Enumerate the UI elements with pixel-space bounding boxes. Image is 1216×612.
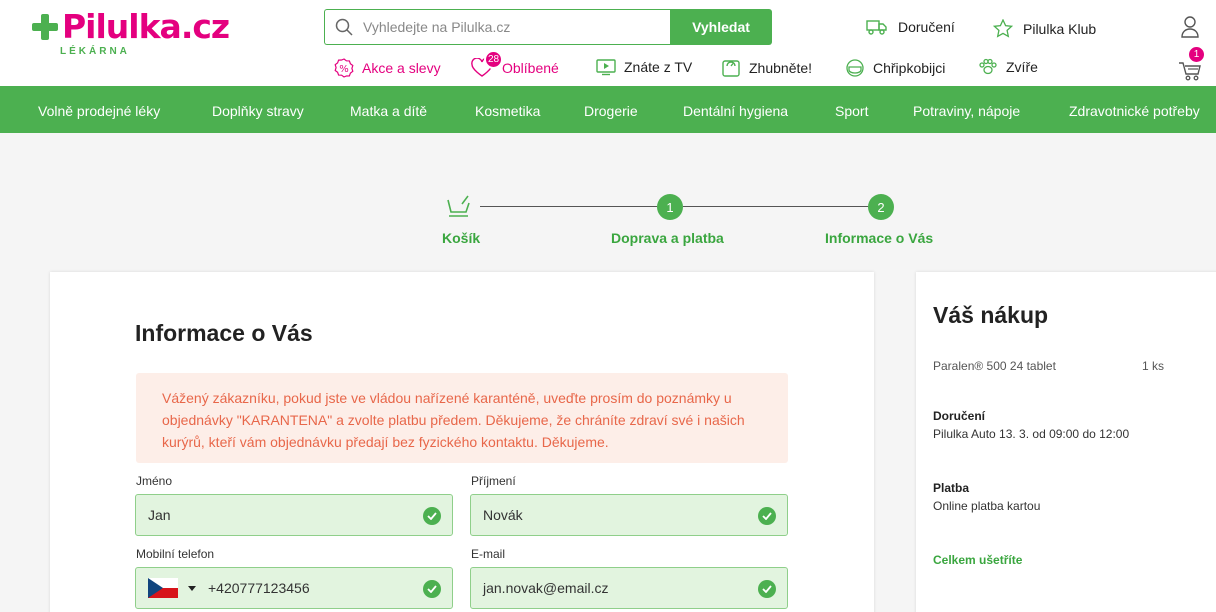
- logo-plus-icon: [30, 12, 60, 42]
- step-circle-delivery[interactable]: 1: [657, 194, 683, 220]
- svg-text:%: %: [339, 64, 349, 75]
- diet-label: Zhubněte!: [749, 60, 813, 76]
- email-label: E-mail: [471, 547, 506, 561]
- phone-field[interactable]: +420777123456: [135, 567, 453, 609]
- search-input[interactable]: [363, 19, 653, 35]
- category-mother-child[interactable]: Matka a dítě: [350, 103, 427, 119]
- chevron-down-icon[interactable]: [188, 585, 196, 591]
- summary-item-qty: 1 ks: [1142, 359, 1165, 373]
- user-icon[interactable]: [1180, 16, 1200, 38]
- diet-link[interactable]: Zhubněte!: [721, 58, 812, 78]
- category-food[interactable]: Potraviny, nápoje: [913, 103, 1020, 119]
- first-name-label: Jméno: [136, 474, 173, 488]
- favorites-count-badge: 28: [484, 50, 503, 69]
- club-link[interactable]: Pilulka Klub: [993, 19, 1096, 38]
- category-sport[interactable]: Sport: [835, 103, 868, 119]
- favorites-label: Oblíbené: [502, 60, 559, 76]
- header: Pilulka.cz LÉKÁRNA Vyhledat Doručení Pil…: [0, 0, 1216, 86]
- category-dental[interactable]: Dentální hygiena: [683, 103, 788, 119]
- truck-icon: [866, 20, 887, 35]
- last-name-value: Novák: [483, 507, 523, 523]
- delivery-label: Doručení: [898, 19, 955, 35]
- flu-label: Chřipkobijci: [873, 60, 946, 76]
- check-icon: [423, 507, 441, 525]
- paw-icon: [979, 58, 997, 75]
- summary-delivery-value: Pilulka Auto 13. 3. od 09:00 do 12:00: [933, 427, 1130, 441]
- email-field[interactable]: jan.novak@email.cz: [470, 567, 788, 609]
- check-icon: [758, 580, 776, 598]
- percent-badge-icon: %: [334, 58, 354, 78]
- sales-link[interactable]: % Akce a slevy: [334, 58, 441, 78]
- logo[interactable]: Pilulka.cz: [30, 7, 230, 46]
- summary-delivery-heading: Doručení: [933, 409, 986, 423]
- check-icon: [423, 580, 441, 598]
- mask-icon: [846, 59, 864, 77]
- category-drugstore[interactable]: Drogerie: [584, 103, 638, 119]
- step-label-info: Informace o Vás: [825, 230, 934, 246]
- czech-flag-icon[interactable]: [148, 578, 178, 598]
- delivery-link[interactable]: Doručení: [866, 19, 955, 35]
- tv-icon: [596, 59, 616, 76]
- email-value: jan.novak@email.cz: [483, 580, 609, 596]
- logo-subtitle: LÉKÁRNA: [60, 46, 130, 57]
- tv-label: Znáte z TV: [624, 59, 693, 75]
- star-icon: [993, 19, 1013, 38]
- quarantine-notice: Vážený zákazníku, pokud jste ve vládou n…: [136, 373, 788, 463]
- step-label-cart[interactable]: Košík: [442, 230, 480, 246]
- animals-label: Zvíře: [1006, 59, 1038, 75]
- summary-payment-value: Online platba kartou: [933, 499, 1041, 513]
- check-icon: [758, 507, 776, 525]
- last-name-field[interactable]: Novák: [470, 494, 788, 536]
- tv-link[interactable]: Znáte z TV: [596, 58, 692, 76]
- first-name-value: Jan: [148, 507, 171, 523]
- summary-savings: Celkem ušetříte: [933, 553, 1023, 567]
- flu-link[interactable]: Chřipkobijci: [845, 58, 945, 78]
- step-label-delivery[interactable]: Doprava a platba: [611, 230, 724, 246]
- category-cosmetics[interactable]: Kosmetika: [475, 103, 540, 119]
- search-icon: [335, 18, 353, 36]
- sales-label: Akce a slevy: [362, 60, 441, 76]
- checkout-steps: 1 2 Košík Doprava a platba Informace o V…: [0, 186, 1216, 256]
- first-name-field[interactable]: Jan: [135, 494, 453, 536]
- category-nav: Volně prodejné léky Doplňky stravy Matka…: [0, 86, 1216, 133]
- step-connector: [480, 206, 657, 207]
- category-medical[interactable]: Zdravotnické potřeby: [1069, 103, 1200, 119]
- cart-step-icon[interactable]: [446, 194, 476, 220]
- category-supplements[interactable]: Doplňky stravy: [212, 103, 304, 119]
- animals-link[interactable]: Zvíře: [978, 58, 1038, 76]
- logo-text: Pilulka.cz: [62, 7, 230, 46]
- step-connector: [683, 206, 868, 207]
- order-summary-card: Váš nákup Paralen® 500 24 tablet 1 ks Do…: [916, 272, 1216, 612]
- form-title: Informace o Vás: [135, 320, 313, 346]
- search-button[interactable]: Vyhledat: [670, 9, 772, 45]
- customer-info-card: Informace o Vás Vážený zákazníku, pokud …: [50, 272, 874, 612]
- category-otc-drugs[interactable]: Volně prodejné léky: [38, 103, 160, 119]
- scale-icon: [722, 60, 740, 77]
- cart-count-badge: 1: [1187, 45, 1206, 64]
- search-field[interactable]: [324, 9, 670, 45]
- phone-label: Mobilní telefon: [136, 547, 215, 561]
- summary-payment-heading: Platba: [933, 481, 970, 495]
- summary-title: Váš nákup: [933, 302, 1049, 328]
- summary-item-name: Paralen® 500 24 tablet: [933, 359, 1056, 373]
- last-name-label: Příjmení: [471, 474, 516, 488]
- club-label: Pilulka Klub: [1023, 20, 1097, 37]
- search-bar: Vyhledat: [324, 9, 772, 45]
- phone-value: +420777123456: [208, 580, 310, 596]
- step-circle-info[interactable]: 2: [868, 194, 894, 220]
